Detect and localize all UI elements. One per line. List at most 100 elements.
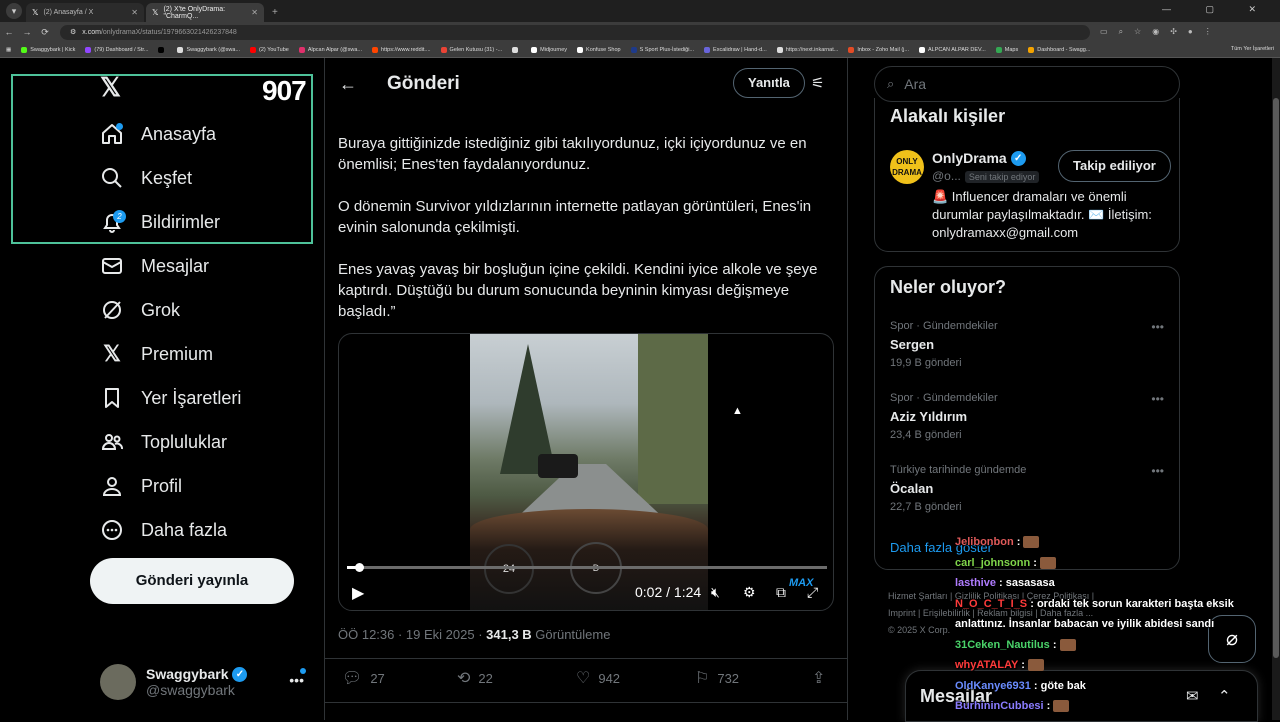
nav-item-premium[interactable]: 𝕏 Premium bbox=[98, 334, 213, 374]
site-info-icon[interactable]: ⚙ bbox=[70, 28, 76, 36]
post-button[interactable]: Gönderi yayınla bbox=[90, 558, 294, 604]
repost-action[interactable]: ⟲ 22 bbox=[457, 668, 493, 688]
browser-tab[interactable]: 𝕏 (2) Anasayfa / X ✕ bbox=[26, 3, 144, 22]
bookmark-item[interactable]: (79) Dashboard / Str... bbox=[85, 46, 148, 53]
bookmark-item[interactable]: Alpcan Alpar (@swa... bbox=[298, 46, 362, 53]
profile-icon[interactable]: ● bbox=[1188, 27, 1193, 37]
back-arrow-icon[interactable]: ← bbox=[339, 74, 369, 95]
cast-icon[interactable]: ▭ bbox=[1100, 27, 1108, 37]
nav-item-home[interactable]: Anasayfa bbox=[98, 114, 216, 154]
chat-text: anlattınız. İnsanlar babacan ve iyilik a… bbox=[955, 618, 1215, 630]
browser-tab-active[interactable]: 𝕏 (2) X'te OnlyDrama: "CharmQ... ✕ bbox=[146, 3, 264, 22]
tab-search-button[interactable]: ▾ bbox=[6, 3, 22, 19]
related-handle: @o... bbox=[932, 169, 961, 183]
trend-count: 23,4 B gönderi bbox=[890, 429, 962, 441]
nav-label: Bildirimler bbox=[141, 211, 221, 232]
close-icon[interactable]: ✕ bbox=[131, 8, 138, 17]
back-arrow-icon[interactable]: ← bbox=[0, 27, 18, 37]
nav-item-communities[interactable]: Topluluklar bbox=[98, 422, 227, 462]
nav-item-bookmarks[interactable]: Yer İşaretleri bbox=[98, 378, 241, 418]
reply-button[interactable]: Yanıtla bbox=[733, 68, 805, 98]
like-action[interactable]: ♡ 942 bbox=[576, 668, 620, 688]
video-progress-bar[interactable] bbox=[347, 563, 827, 572]
search-input[interactable]: ⌕ Ara bbox=[874, 66, 1180, 102]
nav-item-more[interactable]: Daha fazla bbox=[98, 510, 227, 550]
share-action[interactable]: ⇪ bbox=[812, 668, 833, 688]
bookmark-item[interactable] bbox=[158, 46, 167, 53]
more-dots-icon[interactable]: ••• bbox=[1151, 320, 1164, 334]
bookmark-item[interactable]: Dashboard - Swagg... bbox=[1028, 46, 1090, 53]
bookmark-action[interactable]: ⚐ 732 bbox=[695, 668, 739, 688]
close-icon[interactable]: ✕ bbox=[251, 8, 258, 17]
mute-icon[interactable]: 🔇︎ bbox=[711, 584, 720, 601]
adjust-icon[interactable]: ⚟ bbox=[811, 74, 824, 92]
bookmark-favicon-icon bbox=[298, 46, 305, 53]
zoom-icon[interactable]: ⌕ bbox=[1119, 27, 1123, 37]
menu-icon[interactable]: ⋮ bbox=[1204, 27, 1212, 37]
bookmark-star-icon[interactable]: ☆ bbox=[1134, 27, 1141, 37]
window-controls[interactable]: — ▢ ✕ bbox=[1162, 4, 1272, 15]
bookmarks-bar: ▦ Swaggybark | Kick (79) Dashboard / Str.… bbox=[0, 42, 1280, 58]
bookmark-item[interactable]: (2) YouTube bbox=[250, 46, 289, 53]
video-frame: 24 D bbox=[470, 334, 708, 610]
bookmark-favicon-icon bbox=[704, 46, 711, 53]
forward-arrow-icon[interactable]: → bbox=[18, 27, 36, 37]
apps-icon[interactable]: ▦ bbox=[6, 47, 11, 53]
related-name-row[interactable]: OnlyDrama ✓ bbox=[932, 150, 1026, 166]
bookmark-count: 732 bbox=[717, 670, 740, 686]
more-dots-icon[interactable]: ••• bbox=[1151, 392, 1164, 406]
repost-count: 22 bbox=[478, 670, 493, 686]
video-progress-knob[interactable] bbox=[354, 563, 364, 572]
trend-item[interactable]: Spor · Gündemdekiler Aziz Yıldırım 23,4 … bbox=[890, 392, 1170, 441]
bookmark-item[interactable]: ALPCAN ALPAR DEV... bbox=[919, 46, 986, 53]
settings-gear-icon[interactable]: ⚙ bbox=[743, 584, 756, 601]
picture-in-picture-icon[interactable]: ⧉ bbox=[776, 584, 786, 601]
new-tab-button[interactable]: + bbox=[272, 7, 278, 18]
bookmark-favicon-icon bbox=[919, 46, 925, 53]
post-timestamp[interactable]: ÖÖ 12:36 · 19 Eki 2025 · bbox=[338, 627, 486, 642]
onlydrama-avatar[interactable]: ONLY DRAMA bbox=[890, 150, 924, 184]
following-button[interactable]: Takip ediliyor bbox=[1058, 150, 1171, 182]
video-player[interactable]: 24 D ▶ 0:02 / 1:24 🔇︎ ⚙ ⧉ ⤢ MAX bbox=[338, 333, 834, 611]
nav-item-messages[interactable]: Mesajlar bbox=[98, 246, 209, 286]
bookmark-item[interactable]: Gelen Kutusu (31) -... bbox=[440, 46, 502, 53]
nav-item-notifications[interactable]: 2 Bildirimler bbox=[98, 202, 220, 242]
trend-item[interactable]: Türkiye tarihinde gündemde Öcalan 22,7 B… bbox=[890, 464, 1170, 513]
trend-item[interactable]: Spor · Gündemdekiler Sergen 19,9 B gönde… bbox=[890, 320, 1170, 369]
reload-icon[interactable]: ⟳ bbox=[36, 27, 54, 38]
chat-text: ordaki tek sorun karakteri başta eksik bbox=[1036, 597, 1234, 610]
extension-icon[interactable]: ◉ bbox=[1152, 27, 1159, 37]
puzzle-icon[interactable]: ✣ bbox=[1170, 27, 1177, 37]
bookmark-item[interactable]: Swaggybark (@swa... bbox=[177, 46, 240, 53]
nav-item-profile[interactable]: Profil bbox=[98, 466, 182, 506]
view-count: 341,3 B bbox=[486, 627, 532, 642]
bookmark-item[interactable]: Midjourney bbox=[531, 46, 567, 53]
url-input[interactable]: ⚙ x.com/onlydramaX/status/19796630214262… bbox=[60, 24, 1090, 40]
bookmark-item[interactable]: Excalidraw | Hand-d... bbox=[704, 46, 767, 53]
bookmark-item[interactable]: S Sport Plus-İstediği... bbox=[630, 46, 694, 53]
bookmark-item[interactable] bbox=[512, 46, 521, 53]
more-dots-icon[interactable]: ••• bbox=[289, 668, 306, 688]
trend-category: Türkiye tarihinde gündemde bbox=[890, 464, 1027, 476]
account-switcher[interactable]: Swaggybark ✓ @swaggybark ••• bbox=[100, 662, 310, 702]
nav-item-explore[interactable]: Keşfet bbox=[98, 158, 192, 198]
grok-icon bbox=[98, 296, 126, 324]
bookmark-item[interactable]: https://www.reddit.... bbox=[372, 46, 431, 53]
all-bookmarks[interactable]: Tüm Yer İşaretleri bbox=[1231, 46, 1274, 52]
more-dots-icon[interactable]: ••• bbox=[1151, 464, 1164, 478]
chat-separator: : bbox=[995, 577, 1006, 589]
chat-message: BurhininCubbesi : bbox=[955, 696, 1275, 717]
chat-emote-icon bbox=[1053, 700, 1070, 713]
reply-action[interactable]: 💬︎ 27 bbox=[342, 668, 385, 688]
post-actions: 💬︎ 27 ⟲ 22 ♡ 942 ⚐ 732 ⇪ bbox=[325, 668, 847, 688]
play-icon[interactable]: ▶ bbox=[352, 583, 364, 603]
chat-separator: : bbox=[1030, 556, 1040, 569]
bookmark-item[interactable]: Inbox - Zoho Mail (j... bbox=[848, 46, 909, 53]
card-title: Alakalı kişiler bbox=[890, 106, 1006, 126]
post-meta: ÖÖ 12:36 · 19 Eki 2025 · 341,3 B Görüntü… bbox=[338, 627, 610, 642]
nav-item-grok[interactable]: Grok bbox=[98, 290, 180, 330]
bookmark-item[interactable]: Maps bbox=[995, 46, 1018, 53]
bookmark-item[interactable]: https://next.inkarnat... bbox=[776, 46, 838, 53]
bookmark-item[interactable]: Swaggybark | Kick bbox=[21, 46, 75, 53]
bookmark-item[interactable]: Konfuse Shop bbox=[577, 46, 621, 53]
